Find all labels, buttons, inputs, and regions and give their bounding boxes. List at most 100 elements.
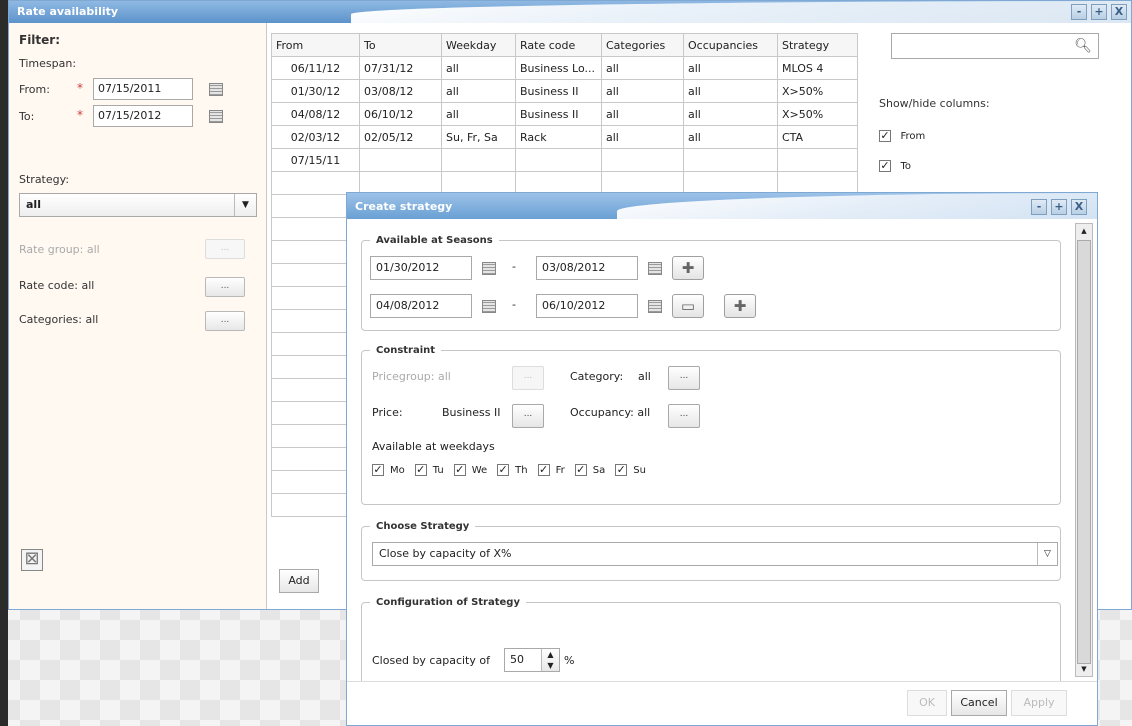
weekdays-label: Available at weekdays bbox=[372, 440, 495, 453]
calendar-icon[interactable] bbox=[209, 83, 223, 96]
add-season-button[interactable]: ✚ bbox=[724, 294, 756, 318]
column-header[interactable]: To bbox=[359, 33, 442, 57]
weekday-label: We bbox=[471, 464, 488, 476]
season1-to-input[interactable]: 03/08/2012 bbox=[536, 256, 638, 280]
checkbox[interactable]: ✓ bbox=[497, 464, 510, 476]
checkbox[interactable]: ✓ bbox=[414, 464, 427, 476]
cell-weekday: Su, Fr, Sa bbox=[441, 125, 516, 149]
table-row[interactable]: 06/11/12 07/31/12 all Business Lo... all… bbox=[271, 56, 858, 80]
calendar-icon[interactable] bbox=[648, 262, 662, 275]
table-row[interactable]: 01/30/12 03/08/12 all Business II all al… bbox=[271, 79, 858, 103]
delete-season-button[interactable]: ▭ bbox=[672, 294, 704, 318]
table-row[interactable]: 07/15/11 bbox=[271, 148, 858, 172]
calendar-icon[interactable] bbox=[482, 300, 496, 313]
weekday-fr[interactable]: ✓ Fr bbox=[537, 464, 565, 476]
titlebar-swoosh bbox=[351, 1, 1131, 23]
calendar-icon[interactable] bbox=[209, 110, 223, 123]
cell-strategy bbox=[777, 148, 858, 172]
add-season-button[interactable]: ✚ bbox=[672, 256, 704, 280]
dialog-maximize-button[interactable]: + bbox=[1051, 199, 1067, 215]
checkbox[interactable]: ✓ bbox=[615, 464, 628, 476]
checkbox[interactable]: ✓ bbox=[372, 464, 384, 476]
weekday-su[interactable]: ✓ Su bbox=[615, 464, 646, 476]
dialog-footer: OK Cancel Apply bbox=[347, 681, 1097, 725]
weekday-mo[interactable]: ✓ Mo bbox=[372, 464, 405, 476]
ok-button[interactable]: OK bbox=[907, 690, 947, 716]
cancel-button[interactable]: Cancel bbox=[951, 690, 1007, 716]
rate-group-button[interactable]: ... bbox=[205, 239, 245, 259]
category-label: Category: bbox=[570, 370, 624, 383]
cell-weekday bbox=[441, 148, 516, 172]
cell-occupancies: all bbox=[683, 125, 778, 149]
to-date-input[interactable]: 07/15/2012 bbox=[93, 105, 193, 127]
checkbox-to[interactable]: ✓ bbox=[879, 160, 891, 172]
column-header[interactable]: Weekday bbox=[441, 33, 516, 57]
dialog-close-button[interactable]: X bbox=[1071, 199, 1087, 215]
column-header[interactable]: Rate code bbox=[515, 33, 602, 57]
to-label: To: bbox=[19, 110, 35, 123]
scroll-down-icon[interactable]: ▼ bbox=[1077, 662, 1091, 676]
cell-rate-code bbox=[515, 148, 602, 172]
show-hide-columns-label: Show/hide columns: bbox=[879, 97, 990, 110]
column-header[interactable]: Categories bbox=[601, 33, 684, 57]
column-toggle-to[interactable]: ✓ To bbox=[879, 159, 911, 172]
capacity-spinner[interactable]: 50 ▲ ▼ bbox=[504, 648, 560, 672]
seasons-legend: Available at Seasons bbox=[376, 235, 493, 246]
rate-code-button[interactable]: ... bbox=[205, 277, 245, 297]
titlebar-swoosh bbox=[617, 193, 1097, 219]
dialog-titlebar[interactable]: Create strategy - + X bbox=[347, 193, 1097, 219]
season1-from-input[interactable]: 01/30/2012 bbox=[370, 256, 472, 280]
main-titlebar[interactable]: Rate availability - + X bbox=[9, 1, 1131, 23]
spinner-arrows-icon[interactable]: ▲ ▼ bbox=[541, 649, 559, 671]
apply-button[interactable]: Apply bbox=[1011, 690, 1067, 716]
price-button[interactable]: ... bbox=[512, 404, 544, 428]
checkbox[interactable]: ✓ bbox=[453, 464, 466, 476]
strategy-type-value: Close by capacity of X% bbox=[379, 547, 512, 560]
add-button[interactable]: Add bbox=[279, 569, 319, 593]
weekday-th[interactable]: ✓ Th bbox=[497, 464, 528, 476]
required-marker: * bbox=[77, 108, 83, 122]
pricegroup-button[interactable]: ... bbox=[512, 366, 544, 390]
maximize-button[interactable]: + bbox=[1091, 4, 1107, 20]
checkbox-from[interactable]: ✓ bbox=[879, 130, 891, 142]
from-date-input[interactable]: 07/15/2011 bbox=[93, 78, 193, 100]
column-header[interactable]: Occupancies bbox=[683, 33, 778, 57]
cell-categories: all bbox=[601, 102, 684, 126]
cell-to: 03/08/12 bbox=[359, 79, 442, 103]
calendar-icon[interactable] bbox=[482, 262, 496, 275]
strategy-type-select[interactable]: Close by capacity of X% ▽ bbox=[372, 542, 1058, 566]
cell-occupancies: all bbox=[683, 79, 778, 103]
column-header[interactable]: From bbox=[271, 33, 360, 57]
dialog-scrollbar[interactable]: ▲ ▼ bbox=[1075, 223, 1093, 677]
weekday-we[interactable]: ✓ We bbox=[453, 464, 488, 476]
minimize-button[interactable]: - bbox=[1071, 4, 1087, 20]
calendar-icon[interactable] bbox=[648, 300, 662, 313]
checkbox[interactable]: ✓ bbox=[537, 464, 550, 476]
cell-strategy: CTA bbox=[777, 125, 858, 149]
checkbox[interactable]: ✓ bbox=[574, 464, 587, 476]
cell-occupancies bbox=[683, 148, 778, 172]
table-row[interactable]: 04/08/12 06/10/12 all Business II all al… bbox=[271, 102, 858, 126]
scroll-up-icon[interactable]: ▲ bbox=[1077, 224, 1091, 238]
table-row[interactable]: 02/03/12 02/05/12 Su, Fr, Sa Rack all al… bbox=[271, 125, 858, 149]
category-button[interactable]: ... bbox=[668, 366, 700, 390]
strategy-select[interactable]: all ▼ bbox=[19, 193, 257, 217]
season2-from-input[interactable]: 04/08/2012 bbox=[370, 294, 472, 318]
weekday-label: Sa bbox=[592, 464, 606, 476]
weekday-sa[interactable]: ✓ Sa bbox=[574, 464, 606, 476]
dialog-minimize-button[interactable]: - bbox=[1031, 199, 1047, 215]
clear-filter-icon[interactable]: ⊠ bbox=[21, 549, 43, 571]
occupancy-button[interactable]: ... bbox=[668, 404, 700, 428]
search-input[interactable]: 🔍︎ bbox=[891, 33, 1099, 59]
close-button[interactable]: X bbox=[1111, 4, 1127, 20]
weekday-tu[interactable]: ✓ Tu bbox=[414, 464, 444, 476]
column-toggle-from[interactable]: ✓ From bbox=[879, 129, 925, 142]
column-header[interactable]: Strategy bbox=[777, 33, 858, 57]
season2-to-input[interactable]: 06/10/2012 bbox=[536, 294, 638, 318]
cell-from: 02/03/12 bbox=[271, 125, 360, 149]
scroll-thumb[interactable] bbox=[1077, 240, 1091, 664]
plus-icon: ✚ bbox=[733, 297, 747, 315]
weekday-label: Fr bbox=[555, 464, 565, 476]
dialog-body: Available at Seasons 01/30/2012 - 03/08/… bbox=[347, 219, 1073, 683]
categories-button[interactable]: ... bbox=[205, 311, 245, 331]
